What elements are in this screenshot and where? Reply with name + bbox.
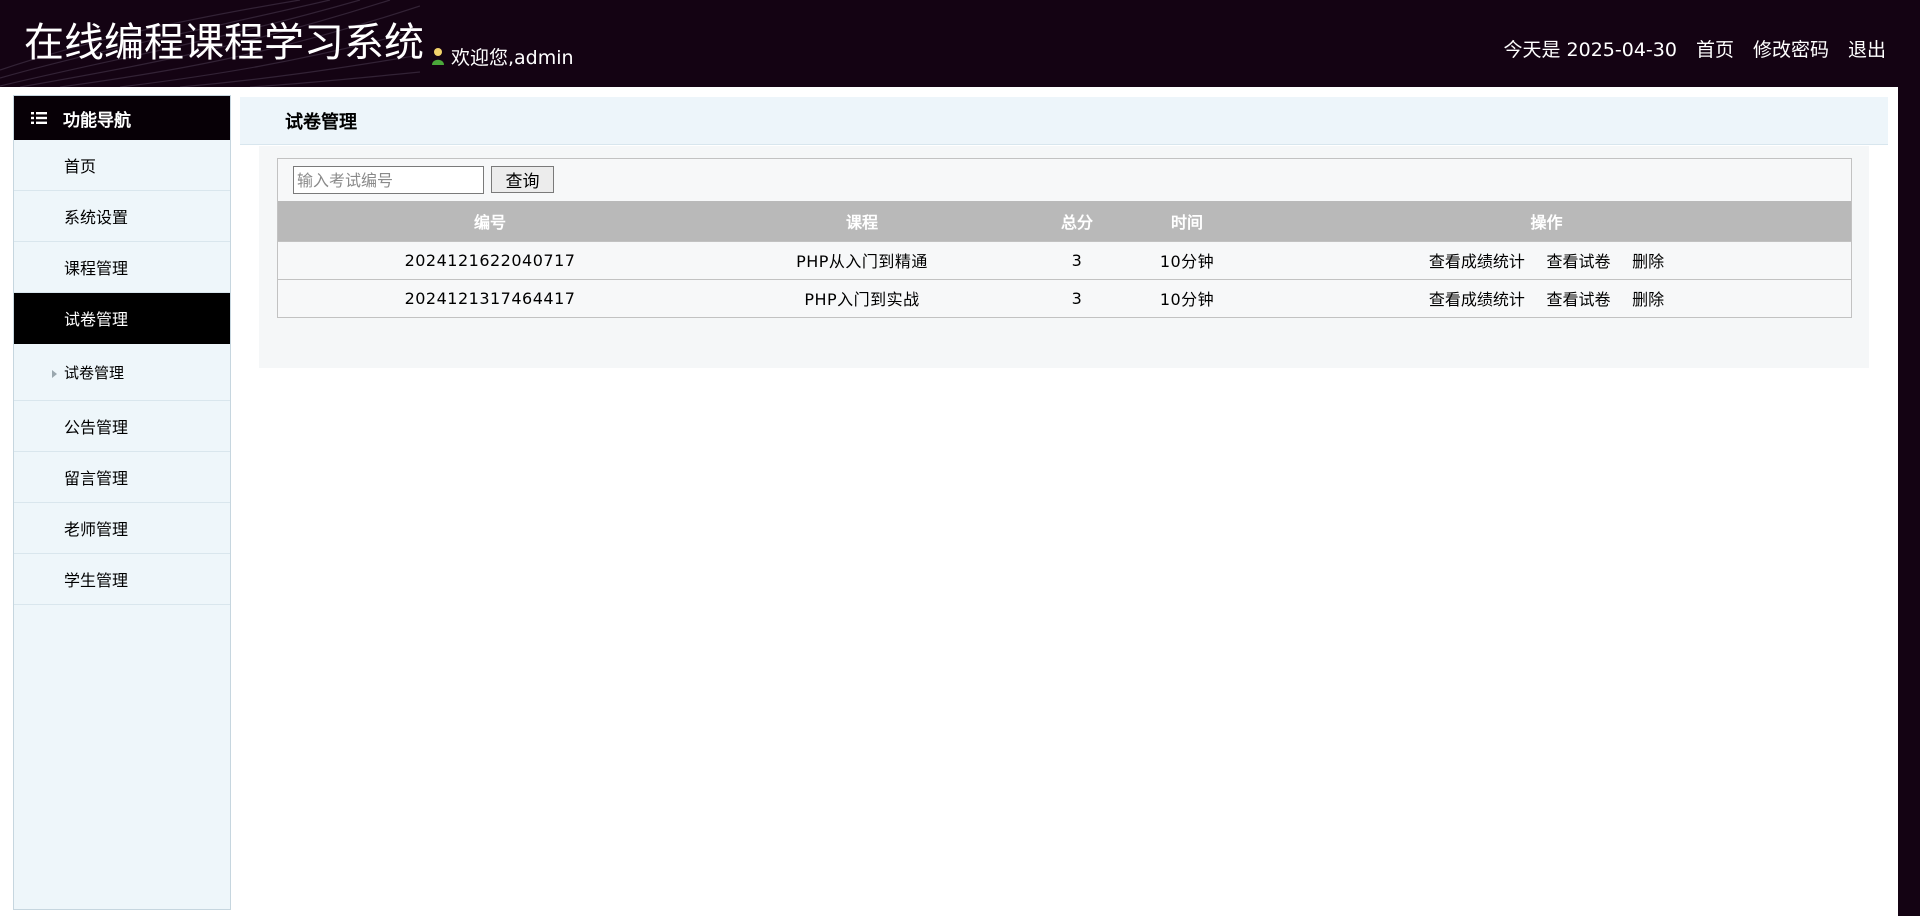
sidebar-item-label: 学生管理 — [64, 571, 129, 590]
cell-course: PHP从入门到精通 — [702, 240, 1022, 279]
sidebar-item-label: 试卷管理 — [64, 363, 125, 382]
delete-link[interactable]: 删除 — [1632, 252, 1664, 271]
column-header-actions: 操作 — [1242, 201, 1851, 241]
user-icon — [432, 48, 444, 65]
cell-id: 2024121622040717 — [278, 240, 702, 279]
exam-table: 编号 课程 总分 时间 操作 2024121622040717 PHP从入门到精… — [278, 201, 1851, 317]
sidebar-item-students[interactable]: 学生管理 — [14, 554, 230, 605]
page-title: 试卷管理 — [285, 111, 357, 133]
view-exam-link[interactable]: 查看试卷 — [1546, 252, 1610, 271]
sidebar-item-label: 公告管理 — [64, 418, 129, 437]
caret-right-icon — [52, 370, 57, 378]
cell-actions: 查看成绩统计 查看试卷 删除 — [1242, 278, 1851, 317]
site-title: 在线编程课程学习系统 — [24, 20, 424, 66]
column-header-score: 总分 — [1022, 201, 1132, 241]
cell-time: 10分钟 — [1132, 278, 1242, 317]
sidebar-item-announcements[interactable]: 公告管理 — [14, 401, 230, 452]
sidebar-heading-label: 功能导航 — [63, 110, 131, 131]
sidebar-item-home[interactable]: 首页 — [14, 140, 230, 191]
cell-time: 10分钟 — [1132, 240, 1242, 279]
sidebar-item-label: 试卷管理 — [64, 310, 129, 329]
sidebar-item-course-management[interactable]: 课程管理 — [14, 242, 230, 293]
sidebar-heading: 功能导航 — [14, 96, 230, 140]
table-row: 2024121622040717 PHP从入门到精通 3 10分钟 查看成绩统计… — [278, 240, 1851, 279]
page: 在线编程课程学习系统 欢迎您,admin 今天是 2025-04-30 首页 修… — [0, 0, 1920, 916]
sidebar-item-label: 系统设置 — [64, 208, 129, 227]
top-links: 今天是 2025-04-30 首页 修改密码 退出 — [1503, 35, 1886, 62]
change-password-link[interactable]: 修改密码 — [1753, 35, 1829, 62]
logout-link[interactable]: 退出 — [1848, 35, 1886, 62]
sidebar-item-label: 课程管理 — [64, 259, 129, 278]
column-header-course: 课程 — [702, 201, 1022, 241]
sidebar: 功能导航 首页 系统设置 课程管理 试卷管理 试卷管理 公告管理 留言管理 老师… — [13, 95, 231, 910]
cell-score: 3 — [1022, 240, 1132, 279]
header: 在线编程课程学习系统 欢迎您,admin 今天是 2025-04-30 首页 修… — [0, 0, 1898, 87]
page-title-bar: 试卷管理 — [240, 97, 1888, 145]
column-header-id: 编号 — [278, 201, 702, 241]
sidebar-item-system-settings[interactable]: 系统设置 — [14, 191, 230, 242]
exam-id-search-input[interactable] — [293, 166, 484, 194]
cell-id: 2024121317464417 — [278, 278, 702, 317]
cell-score: 3 — [1022, 278, 1132, 317]
sidebar-item-teachers[interactable]: 老师管理 — [14, 503, 230, 554]
sidebar-item-label: 老师管理 — [64, 520, 129, 539]
sidebar-item-label: 首页 — [64, 157, 97, 176]
view-exam-link[interactable]: 查看试卷 — [1546, 290, 1610, 309]
view-score-stats-link[interactable]: 查看成绩统计 — [1429, 252, 1525, 271]
right-edge-strip — [1898, 0, 1920, 916]
search-button[interactable]: 查询 — [491, 166, 554, 193]
table-header-row: 编号 课程 总分 时间 操作 — [278, 201, 1851, 241]
cell-course: PHP入门到实战 — [702, 278, 1022, 317]
list-icon — [31, 112, 47, 124]
delete-link[interactable]: 删除 — [1632, 290, 1664, 309]
table-row: 2024121317464417 PHP入门到实战 3 10分钟 查看成绩统计 … — [278, 278, 1851, 317]
home-link[interactable]: 首页 — [1696, 35, 1734, 62]
exam-list-panel: 查询 编号 课程 总分 时间 操作 2024121622040717 PHP从入… — [277, 158, 1852, 318]
cell-actions: 查看成绩统计 查看试卷 删除 — [1242, 240, 1851, 279]
sidebar-item-messages[interactable]: 留言管理 — [14, 452, 230, 503]
welcome-text: 欢迎您,admin — [451, 47, 574, 69]
column-header-time: 时间 — [1132, 201, 1242, 241]
welcome-message: 欢迎您,admin — [431, 43, 574, 70]
sidebar-item-label: 留言管理 — [64, 469, 129, 488]
view-score-stats-link[interactable]: 查看成绩统计 — [1429, 290, 1525, 309]
sidebar-item-exam-management[interactable]: 试卷管理 — [14, 293, 230, 344]
sidebar-subitem-exam-management[interactable]: 试卷管理 — [14, 344, 230, 401]
current-date: 今天是 2025-04-30 — [1503, 39, 1677, 61]
